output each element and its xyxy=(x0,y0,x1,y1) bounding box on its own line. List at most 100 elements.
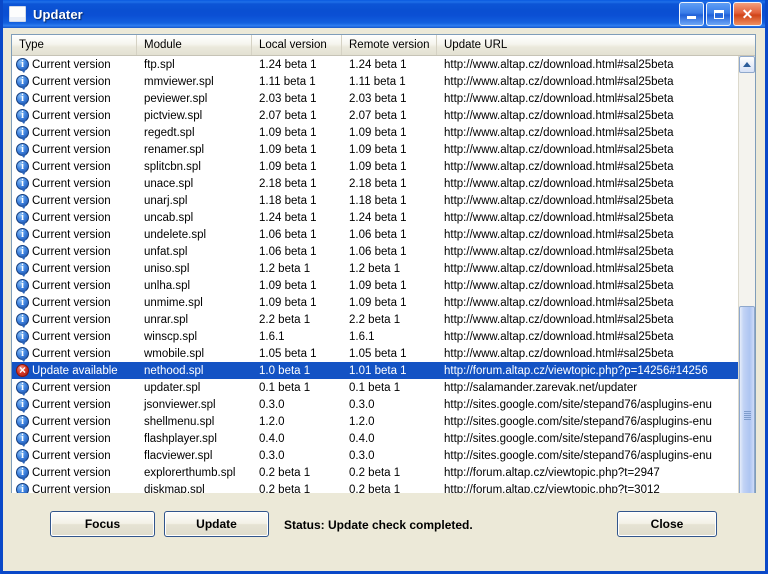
cell-type-label: Current version xyxy=(32,466,111,479)
focus-button[interactable]: Focus xyxy=(50,511,155,537)
cell-remote-version: 0.1 beta 1 xyxy=(349,381,401,394)
table-row[interactable]: Current version unlha.spl 1.09 beta 1 1.09 … xyxy=(12,277,738,294)
info-icon xyxy=(16,431,29,447)
table-row[interactable]: Update available nethood.spl 1.0 beta 1 1.0… xyxy=(12,362,738,379)
info-icon xyxy=(16,227,29,243)
column-header-module[interactable]: Module xyxy=(137,35,252,55)
cell-type: Current version xyxy=(12,430,137,447)
column-header-local-version[interactable]: Local version xyxy=(252,35,342,55)
scrollbar-thumb[interactable] xyxy=(739,306,755,518)
cell-type: Current version xyxy=(12,124,137,141)
status-text: Status: Update check completed. xyxy=(284,518,473,532)
cell-type-label: Current version xyxy=(32,143,111,156)
cell-local-version: 1.11 beta 1 xyxy=(259,75,316,88)
updates-list[interactable]: Type Module Local version Remote version… xyxy=(11,34,756,519)
cell-type-label: Current version xyxy=(32,330,111,343)
minimize-button[interactable] xyxy=(679,2,704,26)
cell-remote-version: 1.09 beta 1 xyxy=(349,143,407,156)
cell-update-url: http://www.altap.cz/download.html#sal25b… xyxy=(444,75,674,88)
cell-local-version: 0.2 beta 1 xyxy=(259,466,311,479)
cell-type-label: Update available xyxy=(32,364,118,377)
column-header-update-url[interactable]: Update URL xyxy=(437,35,755,55)
cell-update-url: http://salamander.zarevak.net/updater xyxy=(444,381,638,394)
table-row[interactable]: Current version unfat.spl 1.06 beta 1 1.06 … xyxy=(12,243,738,260)
column-header-type[interactable]: Type xyxy=(12,35,137,55)
vertical-scrollbar[interactable] xyxy=(738,56,755,518)
table-row[interactable]: Current version shellmenu.spl 1.2.0 1.2.0 ht… xyxy=(12,413,738,430)
cell-update-url: http://www.altap.cz/download.html#sal25b… xyxy=(444,228,674,241)
cell-type: Current version xyxy=(12,328,137,345)
table-row[interactable]: Current version explorerthumb.spl 0.2 beta… xyxy=(12,464,738,481)
table-row[interactable]: Current version regedt.spl 1.09 beta 1 1.09… xyxy=(12,124,738,141)
cell-module: shellmenu.spl xyxy=(144,415,215,428)
cell-local-version: 0.4.0 xyxy=(259,432,285,445)
cell-type: Current version xyxy=(12,396,137,413)
cell-module: updater.spl xyxy=(144,381,201,394)
cell-type-label: Current version xyxy=(32,75,111,88)
table-row[interactable]: Current version splitcbn.spl 1.09 beta 1 1.… xyxy=(12,158,738,175)
table-row[interactable]: Current version unmime.spl 1.09 beta 1 1.09… xyxy=(12,294,738,311)
cell-remote-version: 1.2.0 xyxy=(349,415,375,428)
info-icon xyxy=(16,465,29,481)
cell-type-label: Current version xyxy=(32,58,111,71)
table-row[interactable]: Current version unrar.spl 2.2 beta 1 2.2 be… xyxy=(12,311,738,328)
cell-type: Current version xyxy=(12,311,137,328)
cell-remote-version: 1.05 beta 1 xyxy=(349,347,407,360)
cell-type: Current version xyxy=(12,243,137,260)
table-row[interactable]: Current version wmobile.spl 1.05 beta 1 1.0… xyxy=(12,345,738,362)
cell-module: regedt.spl xyxy=(144,126,195,139)
close-window-button[interactable]: ✕ xyxy=(733,2,762,26)
cell-module: flacviewer.spl xyxy=(144,449,213,462)
cell-type: Current version xyxy=(12,209,137,226)
table-row[interactable]: Current version ftp.spl 1.24 beta 1 1.24 be… xyxy=(12,56,738,73)
cell-local-version: 1.2 beta 1 xyxy=(259,262,311,275)
maximize-button[interactable] xyxy=(706,2,731,26)
info-icon xyxy=(16,261,29,277)
scroll-up-button[interactable] xyxy=(739,56,755,73)
cell-remote-version: 1.18 beta 1 xyxy=(349,194,407,207)
cell-local-version: 0.3.0 xyxy=(259,449,285,462)
cell-local-version: 2.07 beta 1 xyxy=(259,109,317,122)
cell-type: Current version xyxy=(12,158,137,175)
scroll-up-arrow-icon xyxy=(743,62,751,67)
close-button[interactable]: Close xyxy=(617,511,717,537)
info-icon xyxy=(16,57,29,73)
column-header-remote-version[interactable]: Remote version xyxy=(342,35,437,55)
cell-local-version: 1.09 beta 1 xyxy=(259,160,317,173)
table-row[interactable]: Current version undelete.spl 1.06 beta 1 1.… xyxy=(12,226,738,243)
cell-remote-version: 0.3.0 xyxy=(349,398,375,411)
table-row[interactable]: Current version mmviewer.spl 1.11 beta 1 1.… xyxy=(12,73,738,90)
table-row[interactable]: Current version flacviewer.spl 0.3.0 0.3.0 h… xyxy=(12,447,738,464)
cell-type: Current version xyxy=(12,277,137,294)
table-row[interactable]: Current version pictview.spl 2.07 beta 1 2.… xyxy=(12,107,738,124)
cell-remote-version: 1.2 beta 1 xyxy=(349,262,401,275)
info-icon xyxy=(16,91,29,107)
cell-remote-version: 1.01 beta 1 xyxy=(349,364,407,377)
table-row[interactable]: Current version uniso.spl 1.2 beta 1 1.2 be… xyxy=(12,260,738,277)
update-button[interactable]: Update xyxy=(164,511,269,537)
cell-type-label: Current version xyxy=(32,177,111,190)
cell-local-version: 0.3.0 xyxy=(259,398,285,411)
cell-update-url: http://www.altap.cz/download.html#sal25b… xyxy=(444,296,674,309)
cell-remote-version: 1.06 beta 1 xyxy=(349,245,407,258)
cell-type: Current version xyxy=(12,260,137,277)
cell-type: Current version xyxy=(12,447,137,464)
cell-local-version: 1.24 beta 1 xyxy=(259,58,317,71)
cell-local-version: 1.05 beta 1 xyxy=(259,347,317,360)
table-row[interactable]: Current version peviewer.spl 2.03 beta 1 2.… xyxy=(12,90,738,107)
table-row[interactable]: Current version uncab.spl 1.24 beta 1 1.24 … xyxy=(12,209,738,226)
table-row[interactable]: Current version jsonviewer.spl 0.3.0 0.3.0 h… xyxy=(12,396,738,413)
cell-remote-version: 2.07 beta 1 xyxy=(349,109,407,122)
table-row[interactable]: Current version unarj.spl 1.18 beta 1 1.18 … xyxy=(12,192,738,209)
table-row[interactable]: Current version flashplayer.spl 0.4.0 0.4.0… xyxy=(12,430,738,447)
cell-module: flashplayer.spl xyxy=(144,432,217,445)
cell-update-url: http://www.altap.cz/download.html#sal25b… xyxy=(444,194,674,207)
table-row[interactable]: Current version updater.spl 0.1 beta 1 0.1 … xyxy=(12,379,738,396)
table-row[interactable]: Current version unace.spl 2.18 beta 1 2.18 … xyxy=(12,175,738,192)
table-row[interactable]: Current version renamer.spl 1.09 beta 1 1.0… xyxy=(12,141,738,158)
title-bar[interactable]: Updater ✕ xyxy=(3,0,765,28)
list-rows: Current version ftp.spl 1.24 beta 1 1.24 be… xyxy=(12,56,738,518)
cell-type-label: Current version xyxy=(32,398,111,411)
table-row[interactable]: Current version winscp.spl 1.6.1 1.6.1 http:… xyxy=(12,328,738,345)
cell-module: unmime.spl xyxy=(144,296,203,309)
